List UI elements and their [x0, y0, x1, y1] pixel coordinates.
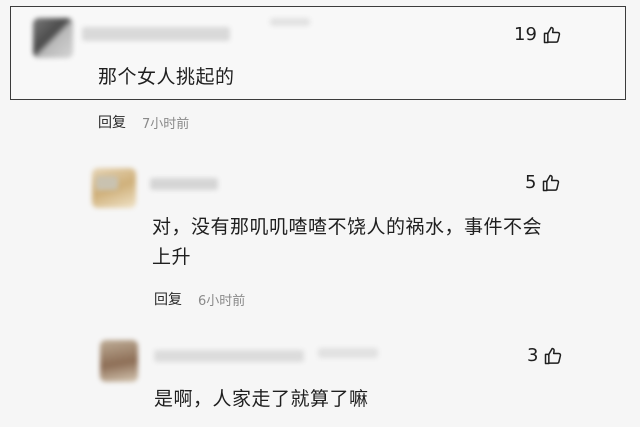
- comment-text: 对，没有那叽叽喳喳不饶人的祸水，事件不会: [152, 216, 543, 238]
- avatar[interactable]: [100, 340, 138, 382]
- like-button[interactable]: 19: [514, 24, 562, 45]
- comment-text: 上升: [152, 246, 192, 268]
- like-button[interactable]: 5: [525, 172, 561, 193]
- reply-button[interactable]: 回复: [154, 289, 182, 309]
- comment-text: 是啊，人家走了就算了嘛: [154, 388, 369, 410]
- like-count: 5: [525, 172, 537, 193]
- thumbs-up-icon: [543, 26, 561, 43]
- username-blurred: [270, 18, 310, 26]
- timestamp: 6小时前: [198, 293, 246, 309]
- avatar[interactable]: [33, 18, 73, 58]
- like-count: 19: [514, 24, 537, 45]
- username-blurred: [96, 176, 118, 190]
- reply-button[interactable]: 回复: [98, 112, 126, 132]
- thumbs-up-icon: [543, 174, 560, 191]
- comment-meta: 回复 7小时前: [98, 112, 189, 132]
- username-blurred[interactable]: [154, 350, 304, 362]
- comment-text: 那个女人挑起的: [98, 66, 235, 88]
- username-blurred: [318, 348, 378, 358]
- like-count: 3: [527, 345, 539, 366]
- timestamp: 7小时前: [142, 116, 190, 132]
- comment-meta: 回复 6小时前: [154, 289, 245, 309]
- thumbs-up-icon: [545, 347, 562, 364]
- like-button[interactable]: 3: [527, 345, 563, 366]
- username-blurred[interactable]: [82, 27, 230, 41]
- username-blurred[interactable]: [150, 178, 218, 190]
